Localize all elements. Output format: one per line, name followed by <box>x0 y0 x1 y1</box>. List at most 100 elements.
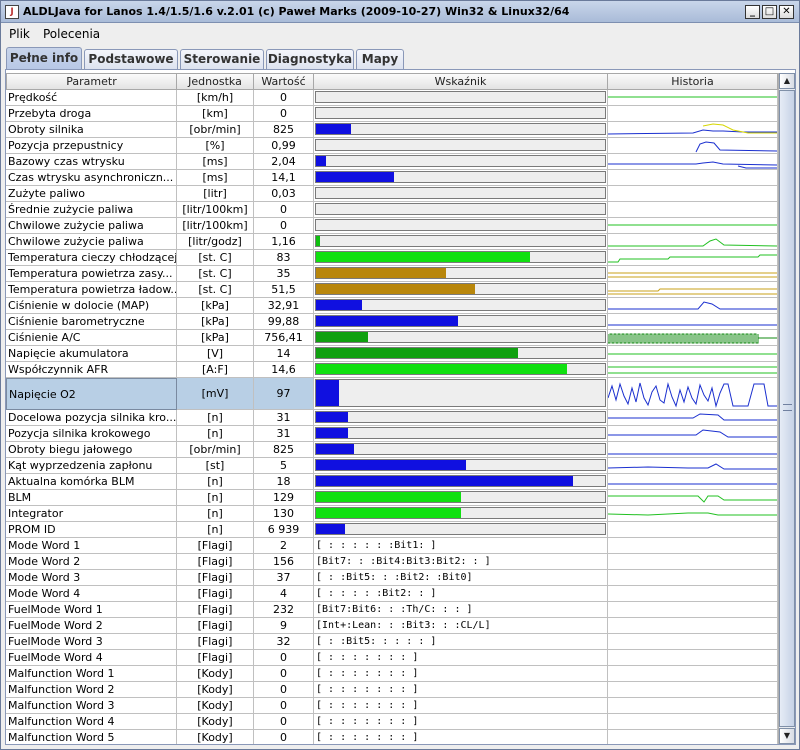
table-row[interactable]: Pozycja silnika krokowego [n] 31 <box>6 426 778 442</box>
table-row[interactable]: Mode Word 1 [Flagi] 2[ : : : : : :Bit1: ] <box>6 538 778 554</box>
header-historia[interactable]: Historia <box>608 73 778 90</box>
value-cell: 32,91 <box>254 298 314 314</box>
indicator-cell <box>314 106 608 122</box>
indicator-cell: [Int+:Lean: : :Bit3: : :CL/L] <box>314 618 608 634</box>
value-cell: 156 <box>254 554 314 570</box>
table-row[interactable]: BLM [n] 129 <box>6 490 778 506</box>
arrow-up-icon[interactable]: ▲ <box>779 73 795 89</box>
indicator-cell <box>314 202 608 218</box>
table-row[interactable]: Napięcie O2 [mV] 97 <box>6 378 778 410</box>
table-row[interactable]: Malfunction Word 4 [Kody] 0[ : : : : : : :… <box>6 714 778 730</box>
table-row[interactable]: Aktualna komórka BLM [n] 18 <box>6 474 778 490</box>
tab-pelne-info[interactable]: Pełne info <box>6 47 82 69</box>
param-cell: FuelMode Word 2 <box>6 618 177 634</box>
table-row[interactable]: Mode Word 3 [Flagi] 37[ : :Bit5: : :Bit2: … <box>6 570 778 586</box>
unit-cell: [Kody] <box>177 698 254 714</box>
history-sparkline <box>608 96 777 98</box>
indicator-cell <box>314 346 608 362</box>
table-body[interactable]: Prędkość [km/h] 0 Przebyta droga [km] 0 Obroty… <box>6 90 778 744</box>
indicator-bar <box>316 476 574 486</box>
table-row[interactable]: Napięcie akumulatora [V] 14 <box>6 346 778 362</box>
indicator-track <box>315 123 606 135</box>
table-row[interactable]: Przebyta droga [km] 0 <box>6 106 778 122</box>
table-row[interactable]: Temperatura powietrza ładow... [st. C] 51,… <box>6 282 778 298</box>
table-row[interactable]: Docelowa pozycja silnika kro... [n] 31 <box>6 410 778 426</box>
table-row[interactable]: Ciśnienie A/C [kPa] 756,41 <box>6 330 778 346</box>
title-bar[interactable]: J ALDLJava for Lanos 1.4/1.5/1.6 v.2.01 … <box>1 1 799 23</box>
arrow-down-icon[interactable]: ▼ <box>779 728 795 744</box>
table-row[interactable]: Ciśnienie w dolocie (MAP) [kPa] 32,91 <box>6 298 778 314</box>
table-row[interactable]: Obroty biegu jałowego [obr/min] 825 <box>6 442 778 458</box>
table-row[interactable]: Integrator [n] 130 <box>6 506 778 522</box>
history-cell <box>608 346 778 362</box>
indicator-cell <box>314 170 608 186</box>
param-cell: Czas wtrysku asynchroniczn... <box>6 170 177 186</box>
history-sparkline <box>608 288 777 295</box>
table-row[interactable]: Ciśnienie barometryczne [kPa] 99,88 <box>6 314 778 330</box>
value-cell: 0 <box>254 202 314 218</box>
tab-sterowanie[interactable]: Sterowanie <box>180 49 264 69</box>
table-row[interactable]: Współczynnik AFR [A:F] 14,6 <box>6 362 778 378</box>
history-cell <box>608 730 778 744</box>
tab-diagnostyka[interactable]: Diagnostyka <box>266 49 354 69</box>
table-row[interactable]: Obroty silnika [obr/min] 825 <box>6 122 778 138</box>
menu-polecenia[interactable]: Polecenia <box>43 27 100 41</box>
header-wartosc[interactable]: Wartość <box>254 73 314 90</box>
value-cell: 83 <box>254 250 314 266</box>
vertical-scrollbar[interactable]: ▲ ▼ <box>778 73 795 744</box>
history-sparkline <box>608 413 777 421</box>
table-row[interactable]: Czas wtrysku asynchroniczn... [ms] 14,1 <box>6 170 778 186</box>
table-row[interactable]: Mode Word 2 [Flagi] 156 [Bit7: : :Bit4:Bit3… <box>6 554 778 570</box>
param-cell: Napięcie O2 <box>6 378 177 410</box>
table-row[interactable]: Malfunction Word 2 [Kody] 0[ : : : : : : :… <box>6 682 778 698</box>
history-sparkline <box>695 141 777 153</box>
indicator-bar <box>316 508 461 518</box>
table-row[interactable]: Temperatura powietrza zasy... [st. C] 35 <box>6 266 778 282</box>
indicator-cell <box>314 458 608 474</box>
value-cell: 0 <box>254 666 314 682</box>
table-row[interactable]: Zużyte paliwo [litr] 0,03 <box>6 186 778 202</box>
value-cell: 0 <box>254 106 314 122</box>
table-row[interactable]: Chwilowe zużycie paliwa [litr/godz] 1,16 <box>6 234 778 250</box>
table-row[interactable]: FuelMode Word 1 [Flagi] 232 [Bit7:Bit6: : :… <box>6 602 778 618</box>
table-row[interactable]: Prędkość [km/h] 0 <box>6 90 778 106</box>
close-button[interactable]: ✕ <box>779 5 794 19</box>
indicator-track <box>315 283 606 295</box>
header-parametr[interactable]: Parametr <box>6 73 177 90</box>
menu-bar: Plik Polecenia <box>1 23 799 45</box>
minimize-button[interactable]: _ <box>745 5 760 19</box>
header-wskaznik[interactable]: Wskaźnik <box>314 73 608 90</box>
unit-cell: [Flagi] <box>177 650 254 666</box>
scroll-thumb[interactable] <box>779 90 795 727</box>
table-row[interactable]: FuelMode Word 3 [Flagi] 32[ : :Bit5: : : :… <box>6 634 778 650</box>
history-cell <box>608 698 778 714</box>
indicator-cell <box>314 282 608 298</box>
value-cell: 825 <box>254 122 314 138</box>
maximize-button[interactable]: □ <box>762 5 777 19</box>
table-row[interactable]: Chwilowe zużycie paliwa [litr/100km] 0 <box>6 218 778 234</box>
table-row[interactable]: FuelMode Word 2 [Flagi] 9 [Int+:Lean: : :Bi… <box>6 618 778 634</box>
unit-cell: [Kody] <box>177 682 254 698</box>
table-row[interactable]: Bazowy czas wtrysku [ms] 2,04 <box>6 154 778 170</box>
table-row[interactable]: PROM ID [n] 6 939 <box>6 522 778 538</box>
value-cell: 9 <box>254 618 314 634</box>
table-row[interactable]: Malfunction Word 3 [Kody] 0[ : : : : : : :… <box>6 698 778 714</box>
table-row[interactable]: Kąt wyprzedzenia zapłonu [st] 5 <box>6 458 778 474</box>
table-row[interactable]: Temperatura cieczy chłodzącej [st. C] 83 <box>6 250 778 266</box>
param-cell: Pozycja silnika krokowego <box>6 426 177 442</box>
table-row[interactable]: Malfunction Word 1 [Kody] 0[ : : : : : : :… <box>6 666 778 682</box>
unit-cell: [km] <box>177 106 254 122</box>
history-cell <box>608 122 778 138</box>
header-jednostka[interactable]: Jednostka <box>177 73 254 90</box>
tab-mapy[interactable]: Mapy <box>356 49 404 69</box>
table-row[interactable]: Pozycja przepustnicy [%] 0,99 <box>6 138 778 154</box>
tab-podstawowe[interactable]: Podstawowe <box>84 49 178 69</box>
table-row[interactable]: Mode Word 4 [Flagi] 4[ : : : : :Bit2: : ] <box>6 586 778 602</box>
param-cell: Temperatura powietrza ładow... <box>6 282 177 298</box>
table-row[interactable]: Malfunction Word 5 [Kody] 0[ : : : : : : :… <box>6 730 778 744</box>
table-row[interactable]: FuelMode Word 4 [Flagi] 0[ : : : : : : : ] <box>6 650 778 666</box>
menu-plik[interactable]: Plik <box>9 27 30 41</box>
indicator-track <box>315 91 606 103</box>
unit-cell: [%] <box>177 138 254 154</box>
table-row[interactable]: Średnie zużycie paliwa [litr/100km] 0 <box>6 202 778 218</box>
